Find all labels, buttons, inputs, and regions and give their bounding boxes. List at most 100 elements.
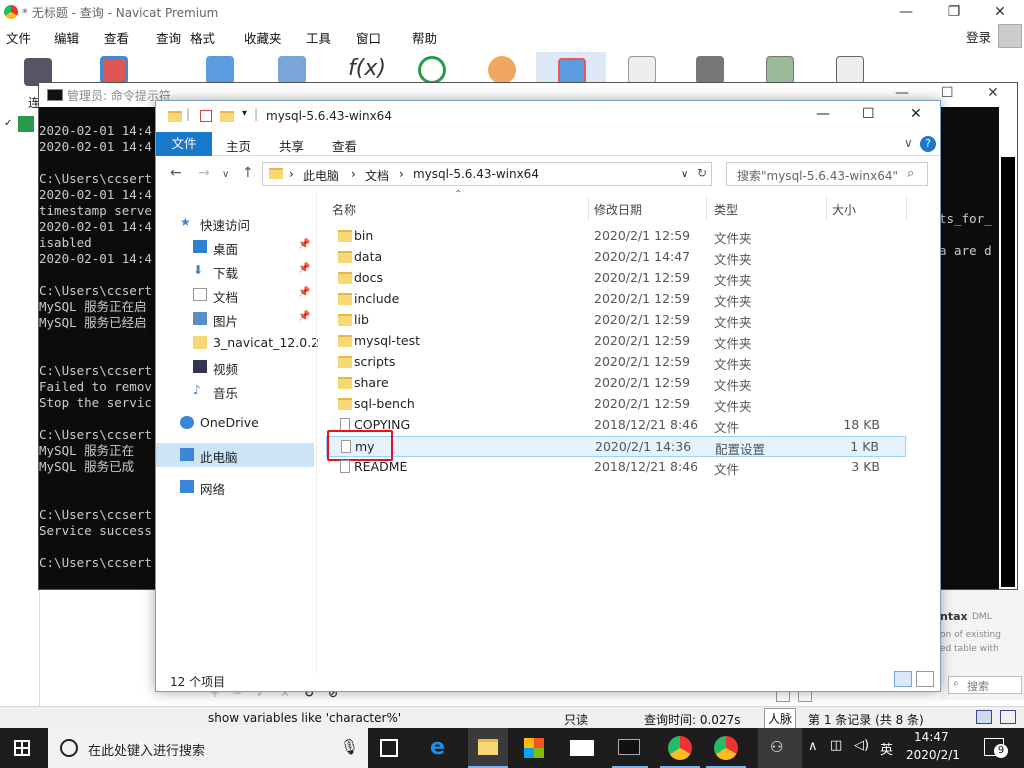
login-link[interactable]: 登录 <box>966 27 991 46</box>
user-icon[interactable] <box>488 56 516 84</box>
column-divider[interactable] <box>826 197 827 221</box>
start-icon[interactable] <box>14 740 30 756</box>
tab-home[interactable]: 主页 <box>226 136 251 155</box>
store-icon[interactable] <box>524 738 544 758</box>
search-input[interactable]: 搜索"mysql-5.6.43-winx64" ⌕ <box>726 162 928 186</box>
cmd-scroll-thumb[interactable] <box>1001 157 1015 587</box>
column-type[interactable]: 类型 <box>714 201 738 218</box>
restore-icon[interactable]: ❐ <box>944 2 964 22</box>
close-icon[interactable]: ✕ <box>990 2 1010 22</box>
cmd-close-icon[interactable]: ✕ <box>987 85 999 101</box>
menu-file[interactable]: 文件 <box>6 28 31 47</box>
customize-icon[interactable]: ▾ <box>242 108 247 119</box>
notification-icon[interactable]: 9 <box>984 738 1008 758</box>
taskbar-search[interactable]: 在此处键入进行搜索 🎙 <box>48 728 368 768</box>
column-divider[interactable] <box>906 197 907 221</box>
layout-icon-1[interactable] <box>976 710 992 724</box>
minimize-icon[interactable]: — <box>896 2 916 22</box>
mail-icon[interactable] <box>570 740 594 756</box>
menu-window[interactable]: 窗口 <box>356 28 381 47</box>
file-row[interactable]: sql-bench 2020/2/1 12:59 文件夹 <box>326 394 906 415</box>
column-name[interactable]: 名称 <box>332 201 356 218</box>
file-row[interactable]: lib 2020/2/1 12:59 文件夹 <box>326 310 906 331</box>
new-folder-icon[interactable] <box>220 111 234 122</box>
expand-icon[interactable]: ✓ <box>4 118 12 129</box>
nav-item-this-pc[interactable]: 此电脑 <box>156 443 314 467</box>
menu-query[interactable]: 查询 <box>156 28 181 47</box>
backup-icon[interactable] <box>696 56 724 84</box>
cmd-minimize-icon[interactable]: — <box>895 85 909 101</box>
up-icon[interactable]: ↑ <box>242 165 254 181</box>
tab-share[interactable]: 共享 <box>279 136 304 155</box>
address-bar[interactable]: › 此电脑 › 文档 › mysql-5.6.43-winx64 ∨ ↻ <box>262 162 712 186</box>
task-view-icon[interactable] <box>380 739 398 757</box>
people-button[interactable]: ⚇ <box>758 728 802 768</box>
connection-node-icon[interactable] <box>18 116 34 132</box>
new-query-icon[interactable] <box>100 56 128 84</box>
column-size[interactable]: 大小 <box>832 201 856 218</box>
network-icon[interactable]: ◫ <box>830 738 842 753</box>
tab-view[interactable]: 查看 <box>332 136 357 155</box>
nav-item-desktop[interactable]: 桌面 📌 <box>156 235 314 259</box>
refresh-icon[interactable]: ↻ <box>697 166 707 180</box>
close-icon[interactable]: ✕ <box>910 106 922 122</box>
edge-icon[interactable]: e <box>430 736 454 760</box>
table-icon[interactable] <box>206 56 234 84</box>
function-icon[interactable]: f(x) <box>348 56 386 84</box>
breadcrumb-pc[interactable]: 此电脑 <box>303 167 339 184</box>
report-icon[interactable] <box>628 56 656 84</box>
nav-item-navicat-folder[interactable]: 3_navicat_12.0.2 <box>156 331 319 355</box>
microphone-icon[interactable]: 🎙 <box>340 738 359 756</box>
tab-file[interactable]: 文件 <box>156 132 212 156</box>
pane-divider[interactable] <box>316 193 317 673</box>
menu-format[interactable]: 格式 <box>190 28 215 47</box>
history-icon[interactable]: ∨ <box>222 169 229 180</box>
menu-help[interactable]: 帮助 <box>412 28 437 47</box>
details-view-icon[interactable] <box>894 671 912 687</box>
properties-icon[interactable] <box>200 110 212 122</box>
menu-view[interactable]: 查看 <box>104 28 129 47</box>
breadcrumb-folder[interactable]: mysql-5.6.43-winx64 <box>413 167 539 181</box>
column-date[interactable]: 修改日期 <box>594 201 642 218</box>
avatar[interactable] <box>998 24 1022 48</box>
clock-date[interactable]: 2020/2/1 <box>906 748 960 762</box>
file-row[interactable]: mysql-test 2020/2/1 12:59 文件夹 <box>326 331 906 352</box>
nav-item-network[interactable]: 网络 <box>156 475 314 499</box>
column-divider[interactable] <box>706 197 707 221</box>
file-row[interactable]: share 2020/2/1 12:59 文件夹 <box>326 373 906 394</box>
navicat-taskbar-button-2[interactable] <box>706 728 746 768</box>
view-icon[interactable] <box>278 56 306 84</box>
clock-time[interactable]: 14:47 <box>914 730 949 744</box>
nav-item-documents[interactable]: 文档 📌 <box>156 283 314 307</box>
back-icon[interactable]: ← <box>170 165 182 181</box>
nav-item-onedrive[interactable]: OneDrive <box>156 411 314 435</box>
file-row[interactable]: COPYING 2018/12/21 8:46 文件 18 KB <box>326 415 906 436</box>
menu-favorites[interactable]: 收藏夹 <box>244 28 282 47</box>
ribbon-expand-icon[interactable]: ∨ <box>904 136 913 150</box>
file-row[interactable]: scripts 2020/2/1 12:59 文件夹 <box>326 352 906 373</box>
file-row[interactable]: include 2020/2/1 12:59 文件夹 <box>326 289 906 310</box>
model-icon[interactable] <box>836 56 864 84</box>
nav-item-music[interactable]: ♪ 音乐 <box>156 379 314 403</box>
file-row[interactable]: docs 2020/2/1 12:59 文件夹 <box>326 268 906 289</box>
breadcrumb-docs[interactable]: 文档 <box>365 167 389 184</box>
maximize-icon[interactable]: ☐ <box>862 106 875 122</box>
help-icon[interactable]: ? <box>920 136 936 152</box>
cmd-taskbar-button[interactable] <box>612 728 648 768</box>
nav-item-quick-access[interactable]: ★ 快速访问 <box>156 211 314 235</box>
forward-icon[interactable]: → <box>198 165 210 181</box>
ime-indicator[interactable]: 英 <box>880 739 893 758</box>
cmd-maximize-icon[interactable]: ☐ <box>941 85 954 101</box>
chevron-down-icon[interactable]: ∨ <box>681 169 688 180</box>
navicat-taskbar-button-1[interactable] <box>660 728 700 768</box>
chevron-up-icon[interactable]: ∧ <box>808 739 818 754</box>
file-row[interactable]: README 2018/12/21 8:46 文件 3 KB <box>326 457 906 478</box>
large-icons-view-icon[interactable] <box>916 671 934 687</box>
volume-icon[interactable]: ◁) <box>854 738 869 753</box>
event-icon[interactable] <box>418 56 446 84</box>
column-divider[interactable] <box>588 197 589 221</box>
file-row[interactable]: data 2020/2/1 14:47 文件夹 <box>326 247 906 268</box>
cmd-scrollbar[interactable] <box>999 107 1017 589</box>
nav-item-videos[interactable]: 视频 <box>156 355 314 379</box>
minimize-icon[interactable]: — <box>816 106 830 122</box>
